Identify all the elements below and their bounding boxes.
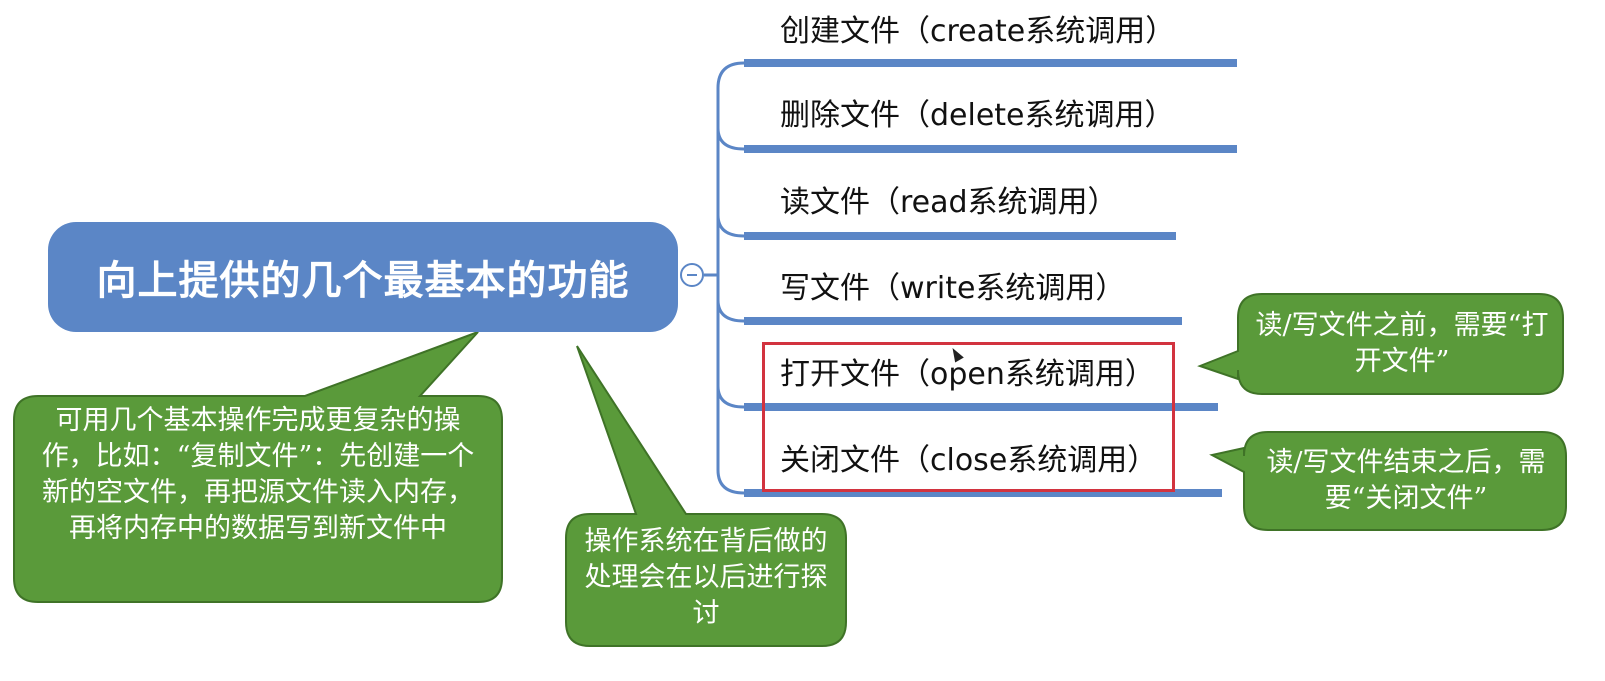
callout-before-rw: 读/写文件之前，需要“打开文件”: [1255, 310, 1549, 377]
branch-bracket: [716, 61, 745, 495]
mind-map-canvas: 向上提供的几个最基本的功能 创建文件（create系统调用） 删除文件（dele…: [0, 0, 1605, 681]
root-node[interactable]: 向上提供的几个最基本的功能: [48, 222, 678, 332]
branch-underline-write: [744, 317, 1182, 325]
branch-underline-read: [744, 232, 1176, 240]
highlight-box-open-close: [762, 342, 1175, 492]
root-node-label: 向上提供的几个最基本的功能: [96, 258, 630, 304]
branch-read[interactable]: 读文件（read系统调用）: [780, 181, 1118, 225]
callout-os-background: 操作系统在背后做的处理会在以后进行探讨: [584, 526, 828, 629]
branch-elbow-delete: [716, 127, 745, 151]
branch-elbow-write: [716, 299, 745, 323]
branch-write[interactable]: 写文件（write系统调用）: [780, 267, 1125, 311]
callout-after-rw: 读/写文件结束之后，需要“关闭文件”: [1266, 447, 1546, 514]
branch-underline-create: [744, 59, 1237, 67]
branch-elbow-read: [716, 214, 745, 238]
branch-elbow-open: [716, 385, 745, 409]
branch-delete[interactable]: 删除文件（delete系统调用）: [780, 94, 1175, 138]
collapse-toggle-icon[interactable]: [680, 263, 704, 287]
branch-underline-delete: [744, 145, 1237, 153]
branch-create[interactable]: 创建文件（create系统调用）: [780, 10, 1175, 54]
callout-composite-ops: 可用几个基本操作完成更复杂的操作，比如：“复制文件”：先创建一个新的空文件，再把…: [41, 405, 475, 544]
